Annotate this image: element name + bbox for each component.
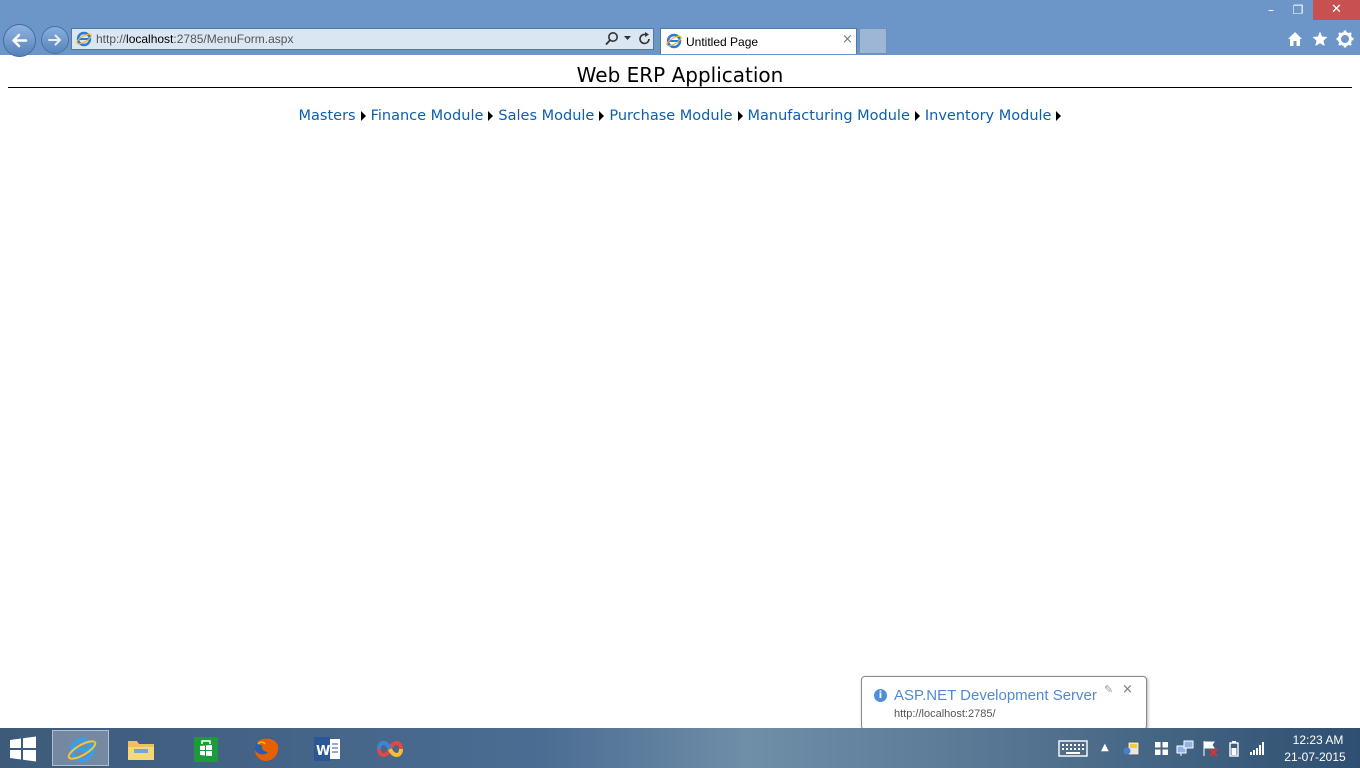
address-url[interactable]: http://localhost:2785/MenuForm.aspx bbox=[96, 32, 293, 46]
network-icon[interactable] bbox=[1176, 740, 1194, 757]
menu-item-label[interactable]: Purchase Module bbox=[604, 108, 732, 124]
ie-icon bbox=[76, 31, 92, 47]
menu-item-label[interactable]: Inventory Module bbox=[920, 108, 1052, 124]
browser-tab[interactable]: Untitled Page × bbox=[660, 28, 857, 54]
dropdown-icon[interactable] bbox=[623, 34, 632, 42]
main-menu: Masters Finance Module Sales Module Purchas… bbox=[0, 108, 1360, 124]
pin-icon[interactable]: ✎ bbox=[1104, 683, 1113, 696]
notification-close-button[interactable]: × bbox=[1122, 682, 1133, 697]
tab-title: Untitled Page bbox=[686, 35, 759, 49]
browser-chrome: – ❐ ✕ http://localhost:2785/MenuForm.asp… bbox=[0, 0, 1360, 57]
visual-studio-icon bbox=[376, 741, 404, 757]
folder-icon bbox=[128, 741, 154, 760]
menu-item-label[interactable]: Masters bbox=[299, 108, 356, 124]
minimize-button[interactable]: – bbox=[1256, 0, 1286, 20]
menu-item[interactable]: Manufacturing Module bbox=[743, 108, 920, 124]
submenu-arrow-icon bbox=[1056, 111, 1062, 121]
star-icon[interactable] bbox=[1311, 30, 1329, 48]
page-title: Web ERP Application bbox=[576, 63, 784, 87]
word-icon: W bbox=[314, 737, 340, 761]
action-center-icon[interactable] bbox=[1154, 741, 1169, 756]
windows-start-icon[interactable] bbox=[8, 736, 38, 762]
address-bar[interactable]: http://localhost:2785/MenuForm.aspx bbox=[71, 28, 654, 50]
taskbar-internet-explorer[interactable] bbox=[52, 730, 109, 766]
taskbar-firefox[interactable] bbox=[238, 730, 295, 766]
menu-item-label[interactable]: Sales Module bbox=[493, 108, 594, 124]
search-icon[interactable] bbox=[604, 30, 620, 48]
restore-button[interactable]: ❐ bbox=[1283, 0, 1313, 20]
menu-item-label[interactable]: Finance Module bbox=[366, 108, 484, 124]
back-icon bbox=[12, 33, 28, 48]
store-icon bbox=[194, 737, 218, 762]
forward-button[interactable] bbox=[41, 26, 69, 54]
menu-item[interactable]: Sales Module bbox=[493, 108, 605, 124]
new-tab-button[interactable] bbox=[859, 28, 887, 54]
tab-close-button[interactable]: × bbox=[842, 32, 853, 47]
keyboard-icon[interactable] bbox=[1058, 740, 1088, 757]
home-icon[interactable] bbox=[1286, 30, 1304, 48]
show-hidden-icons-chevron-icon[interactable]: ▲ bbox=[1101, 742, 1109, 753]
ie-icon bbox=[666, 33, 682, 49]
aspnet-server-icon[interactable] bbox=[1122, 739, 1140, 757]
forward-icon bbox=[48, 34, 61, 46]
gear-icon[interactable] bbox=[1336, 30, 1354, 48]
clock-date[interactable]: 21-07-2015 bbox=[1280, 750, 1350, 764]
info-icon: i bbox=[874, 689, 887, 702]
menu-item-label[interactable]: Manufacturing Module bbox=[743, 108, 910, 124]
menu-item[interactable]: Purchase Module bbox=[604, 108, 743, 124]
clock-time[interactable]: 12:23 AM bbox=[1283, 733, 1353, 747]
flag-alert-icon[interactable] bbox=[1201, 740, 1219, 757]
back-button[interactable] bbox=[3, 24, 36, 57]
menu-item[interactable]: Inventory Module bbox=[920, 108, 1062, 124]
notification-balloon[interactable]: i ASP.NET Development Server http://loca… bbox=[861, 676, 1147, 738]
menu-item[interactable]: Masters bbox=[299, 108, 366, 124]
menu-item[interactable]: Finance Module bbox=[366, 108, 494, 124]
svg-text:W: W bbox=[316, 744, 330, 759]
taskbar-word[interactable]: W bbox=[298, 730, 355, 766]
notification-url: http://localhost:2785/ bbox=[894, 708, 996, 720]
title-divider bbox=[8, 87, 1352, 88]
internet-explorer-icon bbox=[67, 738, 97, 762]
notification-title: ASP.NET Development Server bbox=[894, 687, 1097, 704]
refresh-icon[interactable] bbox=[638, 30, 652, 48]
taskbar-visual-studio[interactable] bbox=[361, 730, 418, 766]
taskbar-store[interactable] bbox=[177, 730, 234, 766]
firefox-icon bbox=[255, 737, 279, 761]
signal-icon[interactable] bbox=[1249, 741, 1265, 756]
taskbar-file-explorer[interactable] bbox=[112, 730, 169, 766]
power-icon[interactable] bbox=[1226, 740, 1242, 757]
close-window-button[interactable]: ✕ bbox=[1313, 0, 1360, 20]
